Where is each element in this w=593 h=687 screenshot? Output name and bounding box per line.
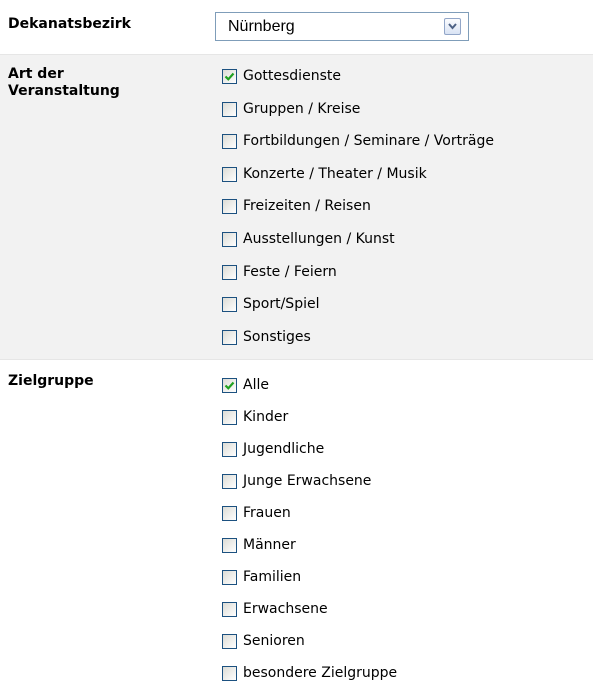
dekanat-select[interactable]: Nürnberg	[215, 12, 469, 41]
zielgruppe-option-label: Senioren	[243, 633, 305, 649]
zielgruppe-option-label: Familien	[243, 569, 302, 585]
art-checkbox[interactable]	[222, 199, 237, 215]
zielgruppe-option-label: besondere Zielgruppe	[243, 665, 398, 681]
zielgruppe-option-label: Alle	[243, 377, 269, 393]
art-option-label: Feste / Feiern	[243, 263, 337, 280]
zielgruppe-checkbox[interactable]	[222, 474, 237, 489]
zielgruppe-checkbox[interactable]	[222, 634, 237, 649]
zielgruppe-option-label: Kinder	[243, 409, 289, 425]
art-option-label: Fortbildungen / Seminare / Vorträge	[243, 133, 494, 150]
zielgruppe-checkbox[interactable]	[222, 570, 237, 585]
checkmark-icon	[224, 72, 235, 81]
zielgruppe-row: Zielgruppe Alle Kinder Jugendliche Junge Er…	[0, 360, 593, 687]
zielgruppe-option-label: Junge Erwachsene	[243, 473, 372, 489]
art-option-label: Gottesdienste	[243, 68, 341, 84]
dekanat-label: Dekanatsbezirk	[8, 16, 131, 32]
art-label-line1: Art der	[8, 66, 64, 82]
checkmark-icon	[224, 381, 235, 390]
zielgruppe-checkbox[interactable]	[222, 442, 237, 457]
art-label: Art der Veranstaltung	[8, 66, 120, 100]
art-checkbox[interactable]	[222, 264, 237, 280]
art-row: Art der Veranstaltung Gottesdienste Grupp…	[0, 55, 593, 359]
art-checkbox[interactable]	[222, 232, 237, 247]
art-option-label: Ausstellungen / Kunst	[243, 231, 395, 247]
art-checkbox[interactable]	[222, 166, 237, 182]
art-checkbox[interactable]	[222, 69, 237, 84]
art-option-label: Freizeiten / Reisen	[243, 198, 371, 215]
art-checkbox[interactable]	[222, 329, 237, 345]
zielgruppe-checkbox[interactable]	[222, 506, 237, 521]
zielgruppe-option-label: Erwachsene	[243, 601, 328, 617]
art-checkbox[interactable]	[222, 297, 237, 313]
zielgruppe-option-label: Frauen	[243, 505, 291, 521]
dekanat-select-value: Nürnberg	[228, 18, 295, 35]
zielgruppe-option-label: Jugendliche	[243, 441, 325, 457]
zielgruppe-label: Zielgruppe	[8, 373, 94, 389]
art-option-label: Konzerte / Theater / Musik	[243, 165, 427, 182]
zielgruppe-option-label: Männer	[243, 537, 296, 553]
art-option-label: Sonstiges	[243, 328, 311, 345]
art-checkbox[interactable]	[222, 134, 237, 150]
dekanat-row: Dekanatsbezirk Nürnberg	[0, 0, 593, 54]
zielgruppe-checkbox[interactable]	[222, 666, 237, 681]
art-checkbox[interactable]	[222, 101, 237, 117]
zielgruppe-checkbox[interactable]	[222, 378, 237, 393]
art-option-label: Sport/Spiel	[243, 296, 320, 313]
art-option-label: Gruppen / Kreise	[243, 100, 361, 117]
art-label-line2: Veranstaltung	[8, 83, 120, 99]
zielgruppe-checkbox[interactable]	[222, 602, 237, 617]
zielgruppe-checkbox[interactable]	[222, 538, 237, 553]
zielgruppe-checkbox[interactable]	[222, 410, 237, 425]
chevron-down-icon[interactable]	[444, 18, 461, 35]
